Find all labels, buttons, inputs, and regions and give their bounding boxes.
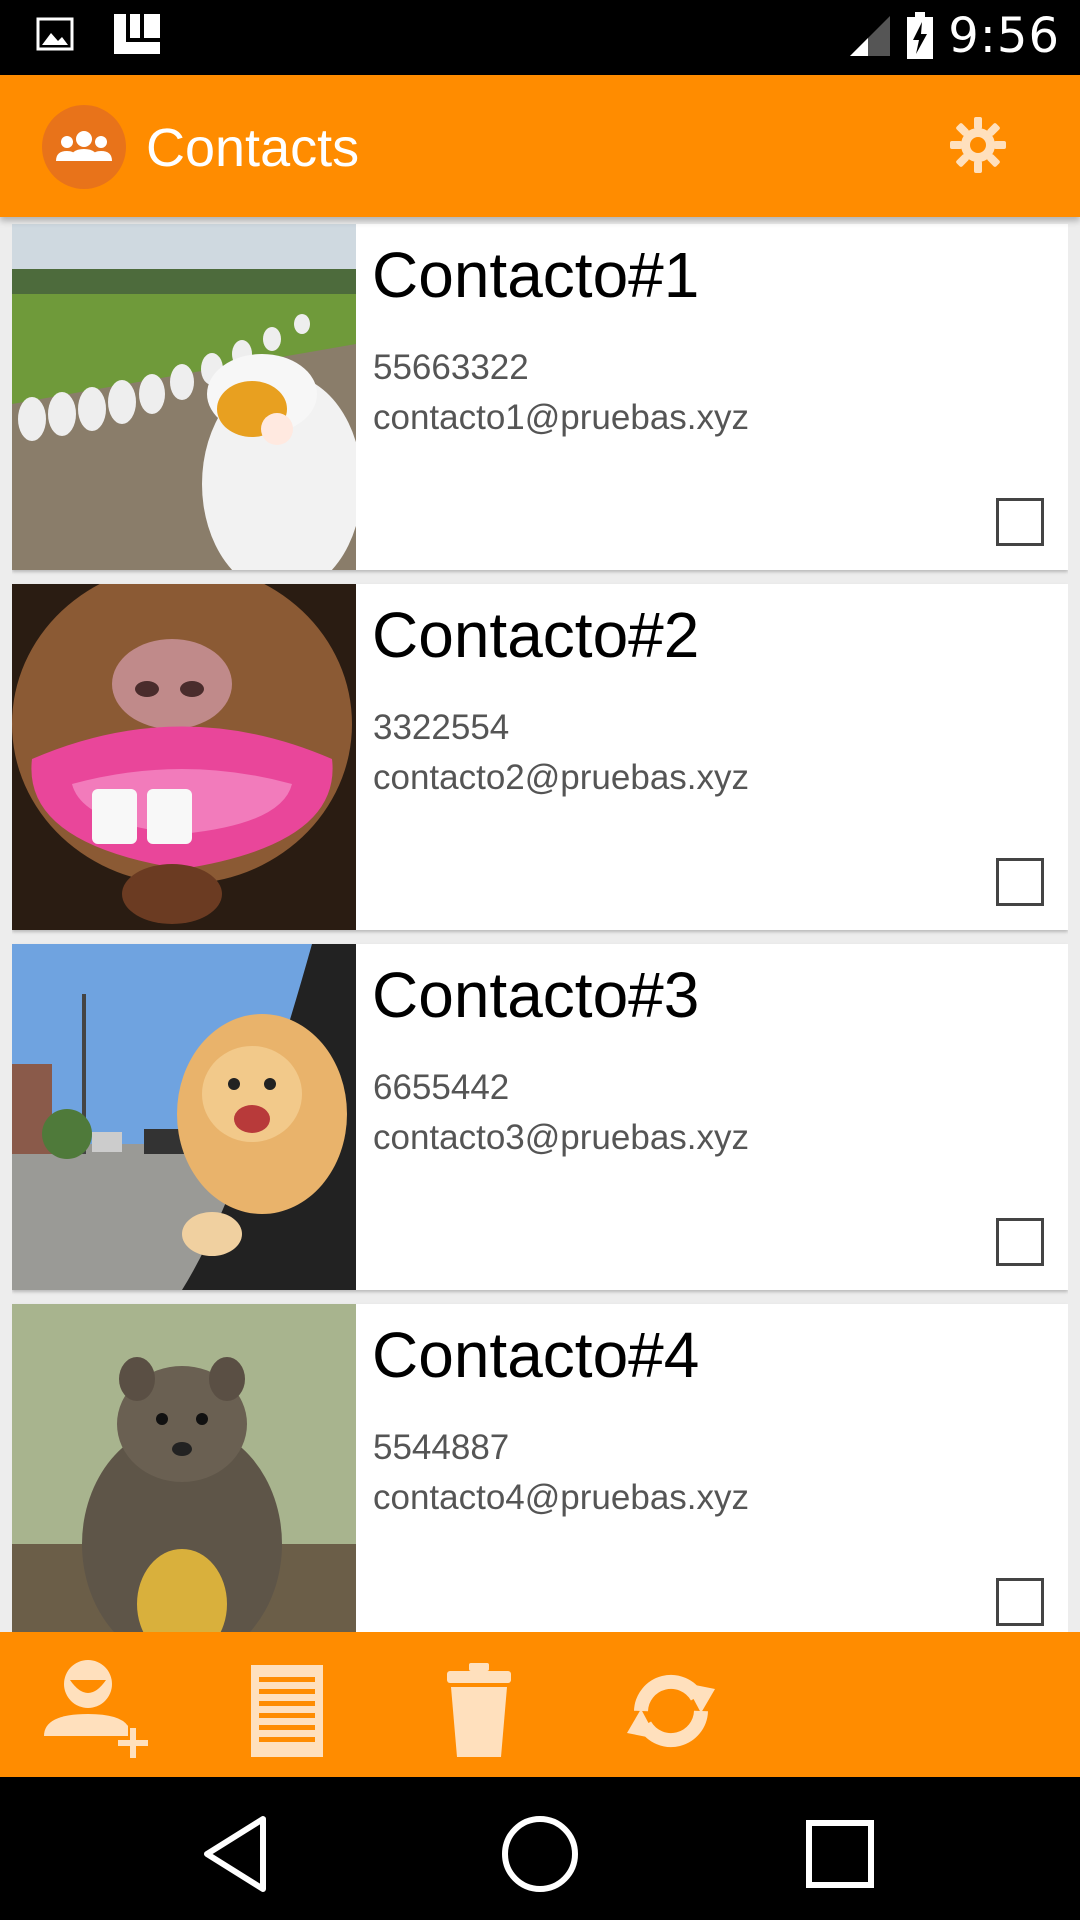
- app-notification-icon: [114, 14, 160, 54]
- home-button[interactable]: [495, 1809, 585, 1899]
- contact-photo: [12, 584, 356, 930]
- list-button[interactable]: [232, 1656, 342, 1766]
- contact-phone: 5544887: [373, 1428, 510, 1467]
- contact-card[interactable]: Contacto#4 5544887 contacto4@pruebas.xyz: [12, 1304, 1068, 1632]
- trash-icon: [447, 1663, 511, 1757]
- contact-name: Contacto#1: [372, 239, 700, 311]
- contact-phone: 55663322: [373, 348, 529, 387]
- app-bar: Contacts: [0, 75, 1080, 217]
- contact-email: contacto1@pruebas.xyz: [373, 398, 750, 437]
- refresh-button[interactable]: [616, 1656, 726, 1766]
- signal-icon: [850, 16, 891, 56]
- delete-button[interactable]: [424, 1656, 534, 1766]
- contact-card[interactable]: Contacto#3 6655442 contacto3@pruebas.xyz: [12, 944, 1068, 1290]
- contact-name: Contacto#2: [372, 599, 700, 671]
- contact-photo: [12, 224, 356, 570]
- contact-photo: [12, 1304, 356, 1632]
- battery-charging-icon: [907, 12, 934, 59]
- refresh-icon: [627, 1674, 715, 1748]
- contact-list[interactable]: Contacto#1 55663322 contacto1@pruebas.xy…: [12, 224, 1068, 1632]
- recents-icon: [806, 1820, 874, 1888]
- back-icon: [204, 1816, 266, 1892]
- page-title: Contacts: [146, 118, 360, 178]
- contact-card[interactable]: Contacto#2 3322554 contacto2@pruebas.xyz: [12, 584, 1068, 930]
- contact-name: Contacto#4: [372, 1319, 700, 1391]
- navigation-bar: [0, 1777, 1080, 1920]
- contact-email: contacto4@pruebas.xyz: [373, 1478, 750, 1517]
- select-checkbox[interactable]: [996, 858, 1044, 906]
- contact-name: Contacto#3: [372, 959, 700, 1031]
- contact-phone: 6655442: [373, 1068, 510, 1107]
- group-icon: [56, 131, 112, 161]
- add-contact-icon: [44, 1660, 148, 1758]
- contacts-logo: [42, 105, 126, 189]
- image-notification-icon: [36, 17, 74, 51]
- home-icon: [502, 1816, 578, 1892]
- contact-phone: 3322554: [373, 708, 510, 747]
- select-checkbox[interactable]: [996, 1578, 1044, 1626]
- bottom-toolbar: [0, 1632, 1080, 1777]
- clock: 9:56: [948, 8, 1060, 64]
- list-icon: [251, 1665, 323, 1757]
- contact-email: contacto2@pruebas.xyz: [373, 758, 750, 797]
- contact-email: contacto3@pruebas.xyz: [373, 1118, 750, 1157]
- settings-button[interactable]: [948, 115, 1008, 175]
- add-contact-button[interactable]: [40, 1656, 150, 1766]
- recents-button[interactable]: [795, 1809, 885, 1899]
- select-checkbox[interactable]: [996, 1218, 1044, 1266]
- contact-photo: [12, 944, 356, 1290]
- status-bar: 9:56: [0, 0, 1080, 75]
- select-checkbox[interactable]: [996, 498, 1044, 546]
- gear-icon: [950, 117, 1006, 173]
- contact-card[interactable]: Contacto#1 55663322 contacto1@pruebas.xy…: [12, 224, 1068, 570]
- back-button[interactable]: [193, 1809, 283, 1899]
